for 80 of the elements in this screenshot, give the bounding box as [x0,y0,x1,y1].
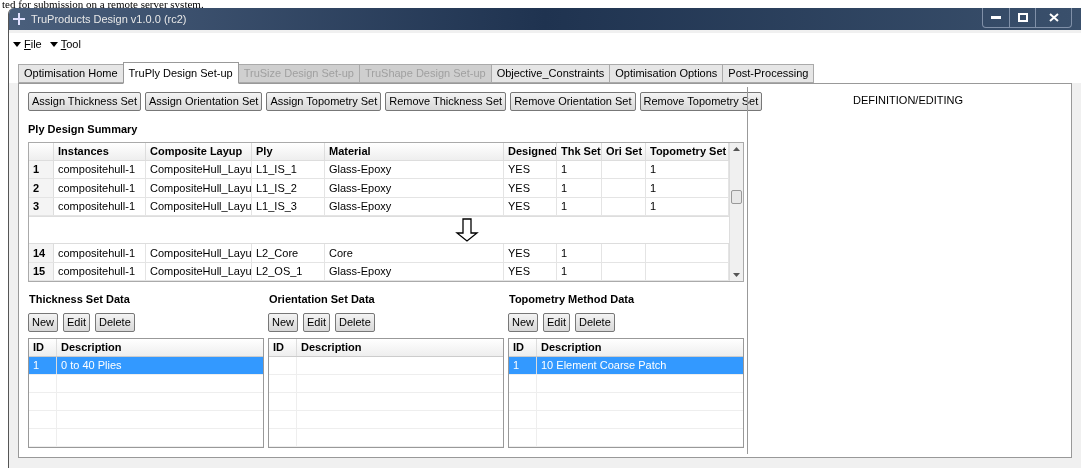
table-cell: CompositeHull_Layu [146,179,252,197]
column-header[interactable]: Instances [54,142,146,160]
window-title: TruProducts Design v1.0.0 (rc2) [31,11,187,27]
column-header[interactable]: ID [269,338,297,356]
row-number: 14 [29,244,54,262]
panel-button[interactable]: New [28,312,58,332]
table-cell: 1 [557,160,602,178]
action-button[interactable]: Assign Orientation Set [144,92,263,111]
triangle-icon [13,41,21,47]
column-header[interactable]: Material [325,142,504,160]
table-cell: L1_IS_1 [252,160,325,178]
table-cell: L1_IS_2 [252,179,325,197]
table-cell: YES [504,160,557,178]
column-header[interactable]: Description [297,338,503,356]
column-header[interactable]: ID [509,338,537,356]
tab[interactable]: Optimisation Home [18,64,124,83]
scrollbar[interactable] [729,142,743,281]
tab[interactable]: Optimisation Options [609,64,724,83]
table-cell: Glass-Epoxy [325,160,504,178]
panel-button[interactable]: Edit [303,312,330,332]
table-cell: Core [325,244,504,262]
table-cell: CompositeHull_Layu [146,160,252,178]
table-cell: Glass-Epoxy [325,179,504,197]
column-header[interactable]: Designed [504,142,557,160]
scroll-down-icon[interactable] [733,273,740,277]
table-cell: compositehull-1 [54,197,146,215]
triangle-icon [49,41,58,47]
table-cell: YES [504,244,557,262]
table-cell: compositehull-1 [54,262,146,280]
menu-item[interactable]: File [13,35,42,53]
action-button[interactable]: Remove Thickness Set [385,92,507,111]
action-button[interactable]: Remove Orientation Set [510,92,636,111]
table-cell: compositehull-1 [54,244,146,262]
panel-button[interactable]: Delete [335,312,375,332]
column-header[interactable]: Thk Set [557,142,602,160]
menu-item[interactable]: Tool [49,35,81,53]
table-cell: CompositeHull_Layu [146,244,252,262]
panel-button[interactable]: New [508,312,538,332]
table-cell: 1 [557,179,602,197]
column-header[interactable]: Ply [252,142,325,160]
column-header[interactable]: ID [29,338,57,356]
document-text: ted for submission on a remote server system. [2,0,205,8]
table-cell: YES [504,179,557,197]
table-cell: Glass-Epoxy [325,197,504,215]
tab[interactable]: Post-Processing [722,64,815,83]
table-cell: L2_Core [252,244,325,262]
tab[interactable]: Objective_Constraints [490,64,611,83]
section-title: Thickness Set Data [29,292,131,307]
table-cell: CompositeHull_Layu [146,262,252,280]
section-title: Ply Design Summary [28,122,139,137]
scroll-thumb[interactable] [731,189,742,204]
column-header[interactable]: Composite Layup [146,142,252,160]
panel-button[interactable]: Edit [543,312,570,332]
table-cell: 1 [557,244,602,262]
tab[interactable]: TruPly Design Set-up [122,62,239,84]
table-cell: L2_OS_1 [252,262,325,280]
table-cell: 1 [557,197,602,215]
row-number: 2 [29,179,54,197]
panel-button[interactable]: Delete [95,312,135,332]
table-cell: CompositeHull_Layu [146,197,252,215]
panel-button[interactable]: Delete [575,312,615,332]
table-cell: compositehull-1 [54,160,146,178]
table-cell: YES [504,262,557,280]
table-cell: L1_IS_3 [252,197,325,215]
table-cell: 1 [557,262,602,280]
app-icon [12,12,26,26]
panel-button[interactable]: New [268,312,298,332]
panel-title: DEFINITION/EDITING [853,93,963,108]
column-header[interactable]: Description [537,338,743,356]
scroll-up-icon[interactable] [733,146,740,151]
table-cell: Glass-Epoxy [325,262,504,280]
table-cell: compositehull-1 [54,179,146,197]
section-title: Orientation Set Data [269,292,376,307]
column-header[interactable]: Ori Set [602,142,646,160]
column-header[interactable]: Description [57,338,263,356]
panel-button[interactable]: Edit [63,312,90,332]
action-button[interactable]: Assign Thickness Set [28,92,141,111]
table-cell: YES [504,197,557,215]
action-button[interactable]: Assign Topometry Set [266,92,382,111]
section-title: Topometry Method Data [509,292,636,307]
